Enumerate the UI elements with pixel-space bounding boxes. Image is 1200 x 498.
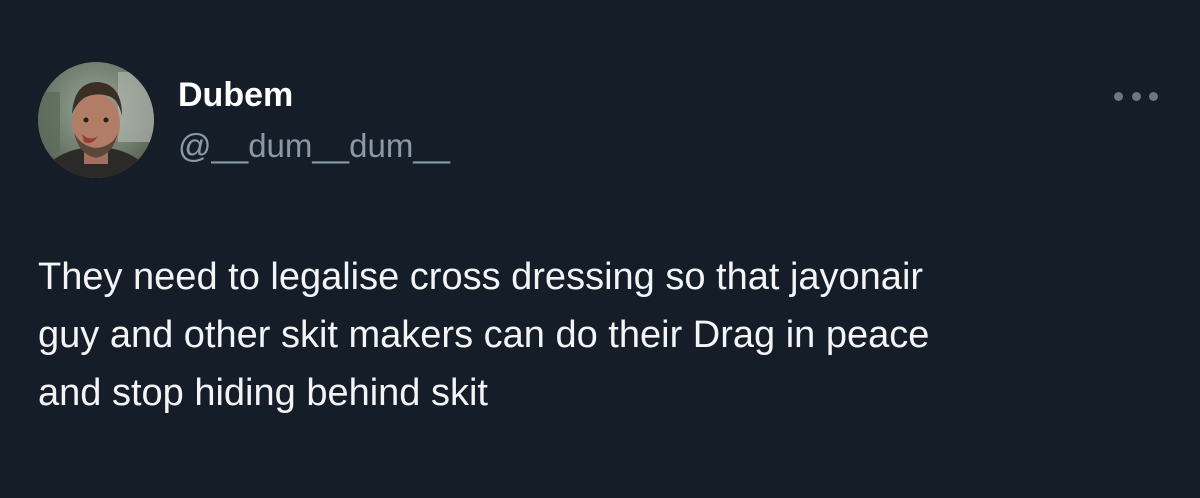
more-dots-icon: [1114, 91, 1123, 101]
tweet-card: Dubem @__dum__dum__ They need to legalis…: [0, 0, 1200, 498]
more-options-button[interactable]: [1108, 78, 1164, 114]
author-avatar[interactable]: [38, 62, 154, 178]
more-dots-icon: [1131, 91, 1141, 101]
author-handle[interactable]: @__dum__dum__: [178, 127, 450, 165]
more-dots-icon: [1149, 91, 1158, 101]
profile-photo-icon: [38, 62, 154, 178]
author-display-name[interactable]: Dubem: [178, 76, 293, 115]
tweet-text: They need to legalise cross dressing so …: [38, 256, 930, 414]
